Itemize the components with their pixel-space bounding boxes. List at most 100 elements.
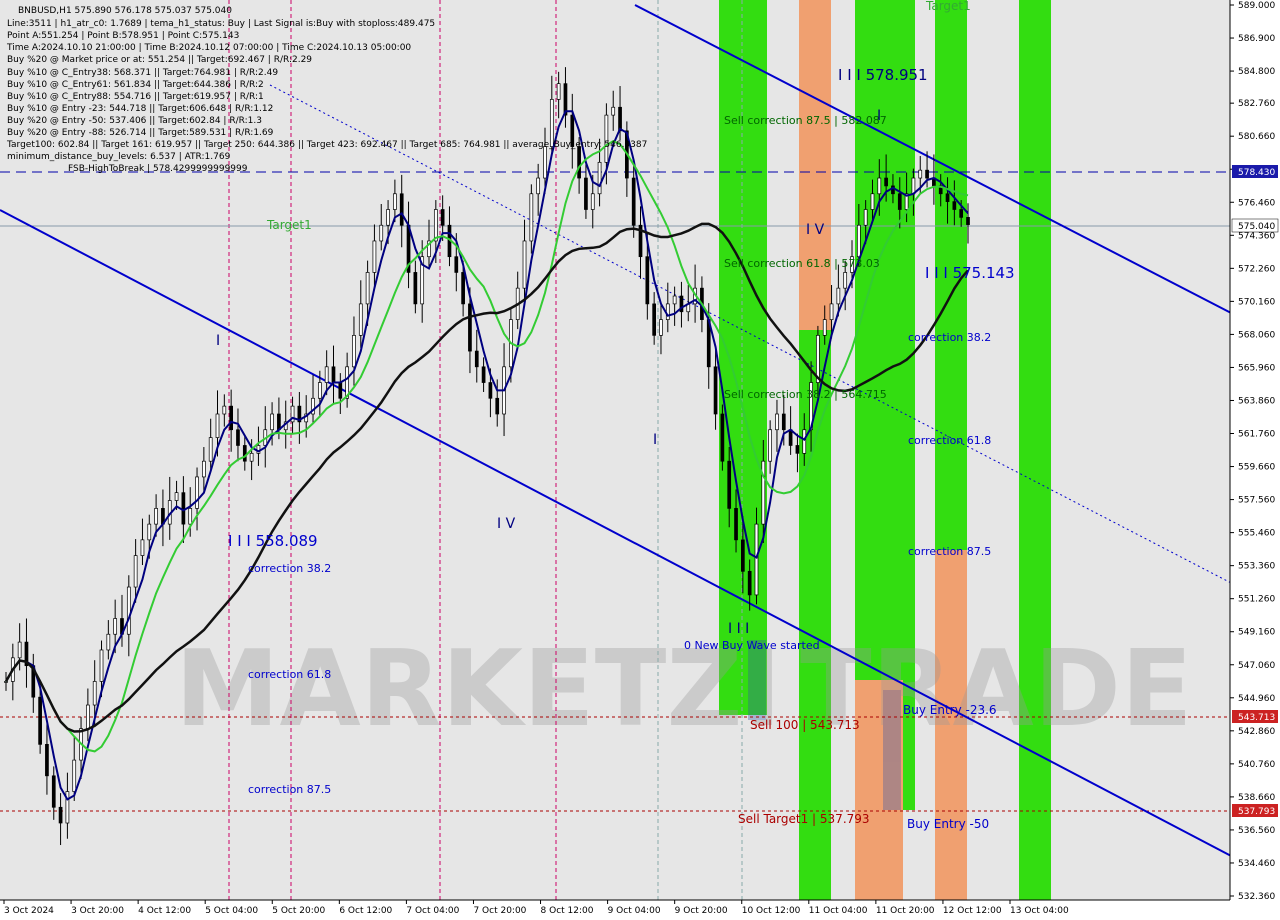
info-line: Point A:551.254 | Point B:578.951 | Poin…	[7, 31, 239, 41]
candle-body	[836, 287, 841, 305]
candle-body	[870, 193, 875, 210]
info-line: Buy %20 @ Entry -88: 526.714 || Target:5…	[7, 128, 274, 138]
candle-body	[741, 539, 745, 572]
x-tick-label: 6 Oct 12:00	[339, 906, 392, 916]
label-corr-875: correction 87.5	[908, 545, 991, 558]
price-tag-current-text: 575.040	[1238, 222, 1275, 232]
candle-body	[761, 460, 766, 525]
y-tick-label: 555.460	[1238, 529, 1275, 539]
info-line: Target100: 602.84 || Target 161: 619.957…	[6, 140, 647, 150]
candle-body	[86, 704, 90, 729]
candle-body	[584, 177, 588, 210]
info-line: FSB-HighToBreak | 578.4299999999999	[68, 164, 248, 174]
candle-body	[856, 224, 861, 258]
candle-body	[99, 649, 104, 682]
info-line: Buy %10 @ C_Entry88: 554.716 || Target:6…	[7, 92, 264, 102]
candle-body	[522, 240, 527, 289]
y-tick-label: 580.660	[1238, 132, 1275, 142]
info-line: Line:3511 | h1_atr_c0: 1.7689 | tema_h1_…	[7, 19, 435, 29]
candle-body	[413, 272, 418, 305]
candle-body	[713, 366, 718, 415]
candle-body	[393, 193, 397, 210]
info-line: minimum_distance_buy_levels: 6.537 | ATR…	[7, 152, 231, 162]
label-wave-iii: I I I 578.951	[838, 66, 928, 84]
candle-body	[843, 272, 848, 289]
chart-window: MARKETZI TRADE Target1 Target1 I I I 578…	[0, 0, 1280, 920]
candle-body	[317, 382, 322, 399]
y-tick-label: 540.760	[1238, 760, 1275, 770]
price-tag-sell100-text: 543.713	[1238, 713, 1275, 723]
candle-body	[229, 405, 233, 431]
label-new-buy-wave: 0 New Buy Wave started	[684, 639, 820, 652]
candle-body	[747, 570, 752, 596]
candle-body	[925, 169, 929, 179]
candle-body	[863, 209, 868, 226]
candle-body	[802, 429, 807, 454]
candle-body	[597, 161, 602, 195]
candle-body	[618, 106, 622, 132]
y-tick-label: 586.900	[1238, 34, 1275, 44]
candle-body	[242, 445, 247, 462]
y-tick-label: 551.260	[1238, 595, 1275, 605]
candle-body	[959, 209, 964, 218]
candle-body	[795, 445, 800, 454]
candle-body	[215, 413, 220, 438]
info-line: BNBUSD,H1 575.890 576.178 575.037 575.04…	[18, 6, 232, 16]
y-tick-label: 536.560	[1238, 826, 1275, 836]
candle-body	[386, 209, 390, 226]
y-tick-label: 534.460	[1238, 859, 1275, 869]
price-chart[interactable]: MARKETZI TRADE Target1 Target1 I I I 578…	[0, 0, 1280, 920]
candle-body	[468, 303, 472, 352]
candle-body	[556, 83, 561, 100]
candle-body	[202, 460, 206, 478]
y-tick-label: 549.160	[1238, 628, 1275, 638]
candle-body	[911, 177, 916, 195]
candle-body	[72, 759, 77, 792]
info-line: Buy %10 @ C_Entry38: 568.371 || Target:7…	[7, 68, 278, 78]
candle-body	[358, 303, 363, 336]
candle-body	[734, 508, 738, 541]
candle-body	[17, 641, 22, 659]
candle-body	[966, 217, 970, 225]
green-zone	[1019, 0, 1051, 900]
candle-body	[727, 460, 732, 509]
candle-body	[822, 319, 827, 336]
x-tick-label: 12 Oct 12:00	[943, 906, 1002, 916]
info-line: Time A:2024.10.10 21:00:00 | Time B:2024…	[6, 43, 411, 53]
candle-body	[133, 555, 138, 588]
label-buy-entry-50: Buy Entry -50	[907, 817, 989, 831]
candle-body	[106, 633, 111, 651]
candle-body	[147, 523, 152, 541]
label-sell-corr-382: Sell correction 38.2 | 564.715	[724, 388, 887, 401]
candle-body	[461, 272, 465, 305]
candle-body	[372, 240, 377, 273]
label-corr-382: correction 38.2	[908, 331, 991, 344]
y-tick-label: 568.060	[1238, 330, 1275, 340]
label-wave-iii-bottom: I I I	[728, 621, 749, 637]
label-corr-618: correction 61.8	[908, 434, 991, 447]
candle-body	[352, 334, 356, 368]
candle-body	[529, 193, 534, 242]
info-line: Buy %10 @ Entry -23: 544.718 || Target:6…	[7, 104, 273, 114]
label-wave-iv: I V	[806, 222, 825, 238]
candle-body	[338, 382, 343, 399]
x-tick-label: 3 Oct 20:00	[71, 906, 124, 916]
x-tick-label: 11 Oct 20:00	[876, 906, 935, 916]
candle-body	[652, 303, 657, 336]
y-tick-label: 584.800	[1238, 67, 1275, 77]
candle-body	[884, 177, 888, 187]
x-tick-label: 7 Oct 04:00	[406, 906, 459, 916]
candle-body	[222, 405, 227, 415]
candle-body	[659, 319, 663, 336]
candle-body	[495, 397, 500, 415]
label-wave-iii-left: I I I 558.089	[228, 532, 318, 550]
candle-body	[543, 146, 547, 179]
label-corr-382-left: correction 38.2	[248, 562, 331, 575]
label-corr-618-left: correction 61.8	[248, 668, 331, 681]
label-buy-entry-236: Buy Entry -23.6	[903, 703, 997, 717]
candle-body	[236, 429, 240, 446]
x-tick-label: 9 Oct 04:00	[608, 906, 661, 916]
label-sell-target1: Sell Target1 | 537.793	[738, 812, 870, 826]
label-sell-corr-618: Sell correction 61.8 | 573.03	[724, 257, 880, 270]
y-tick-label: 576.460	[1238, 198, 1275, 208]
